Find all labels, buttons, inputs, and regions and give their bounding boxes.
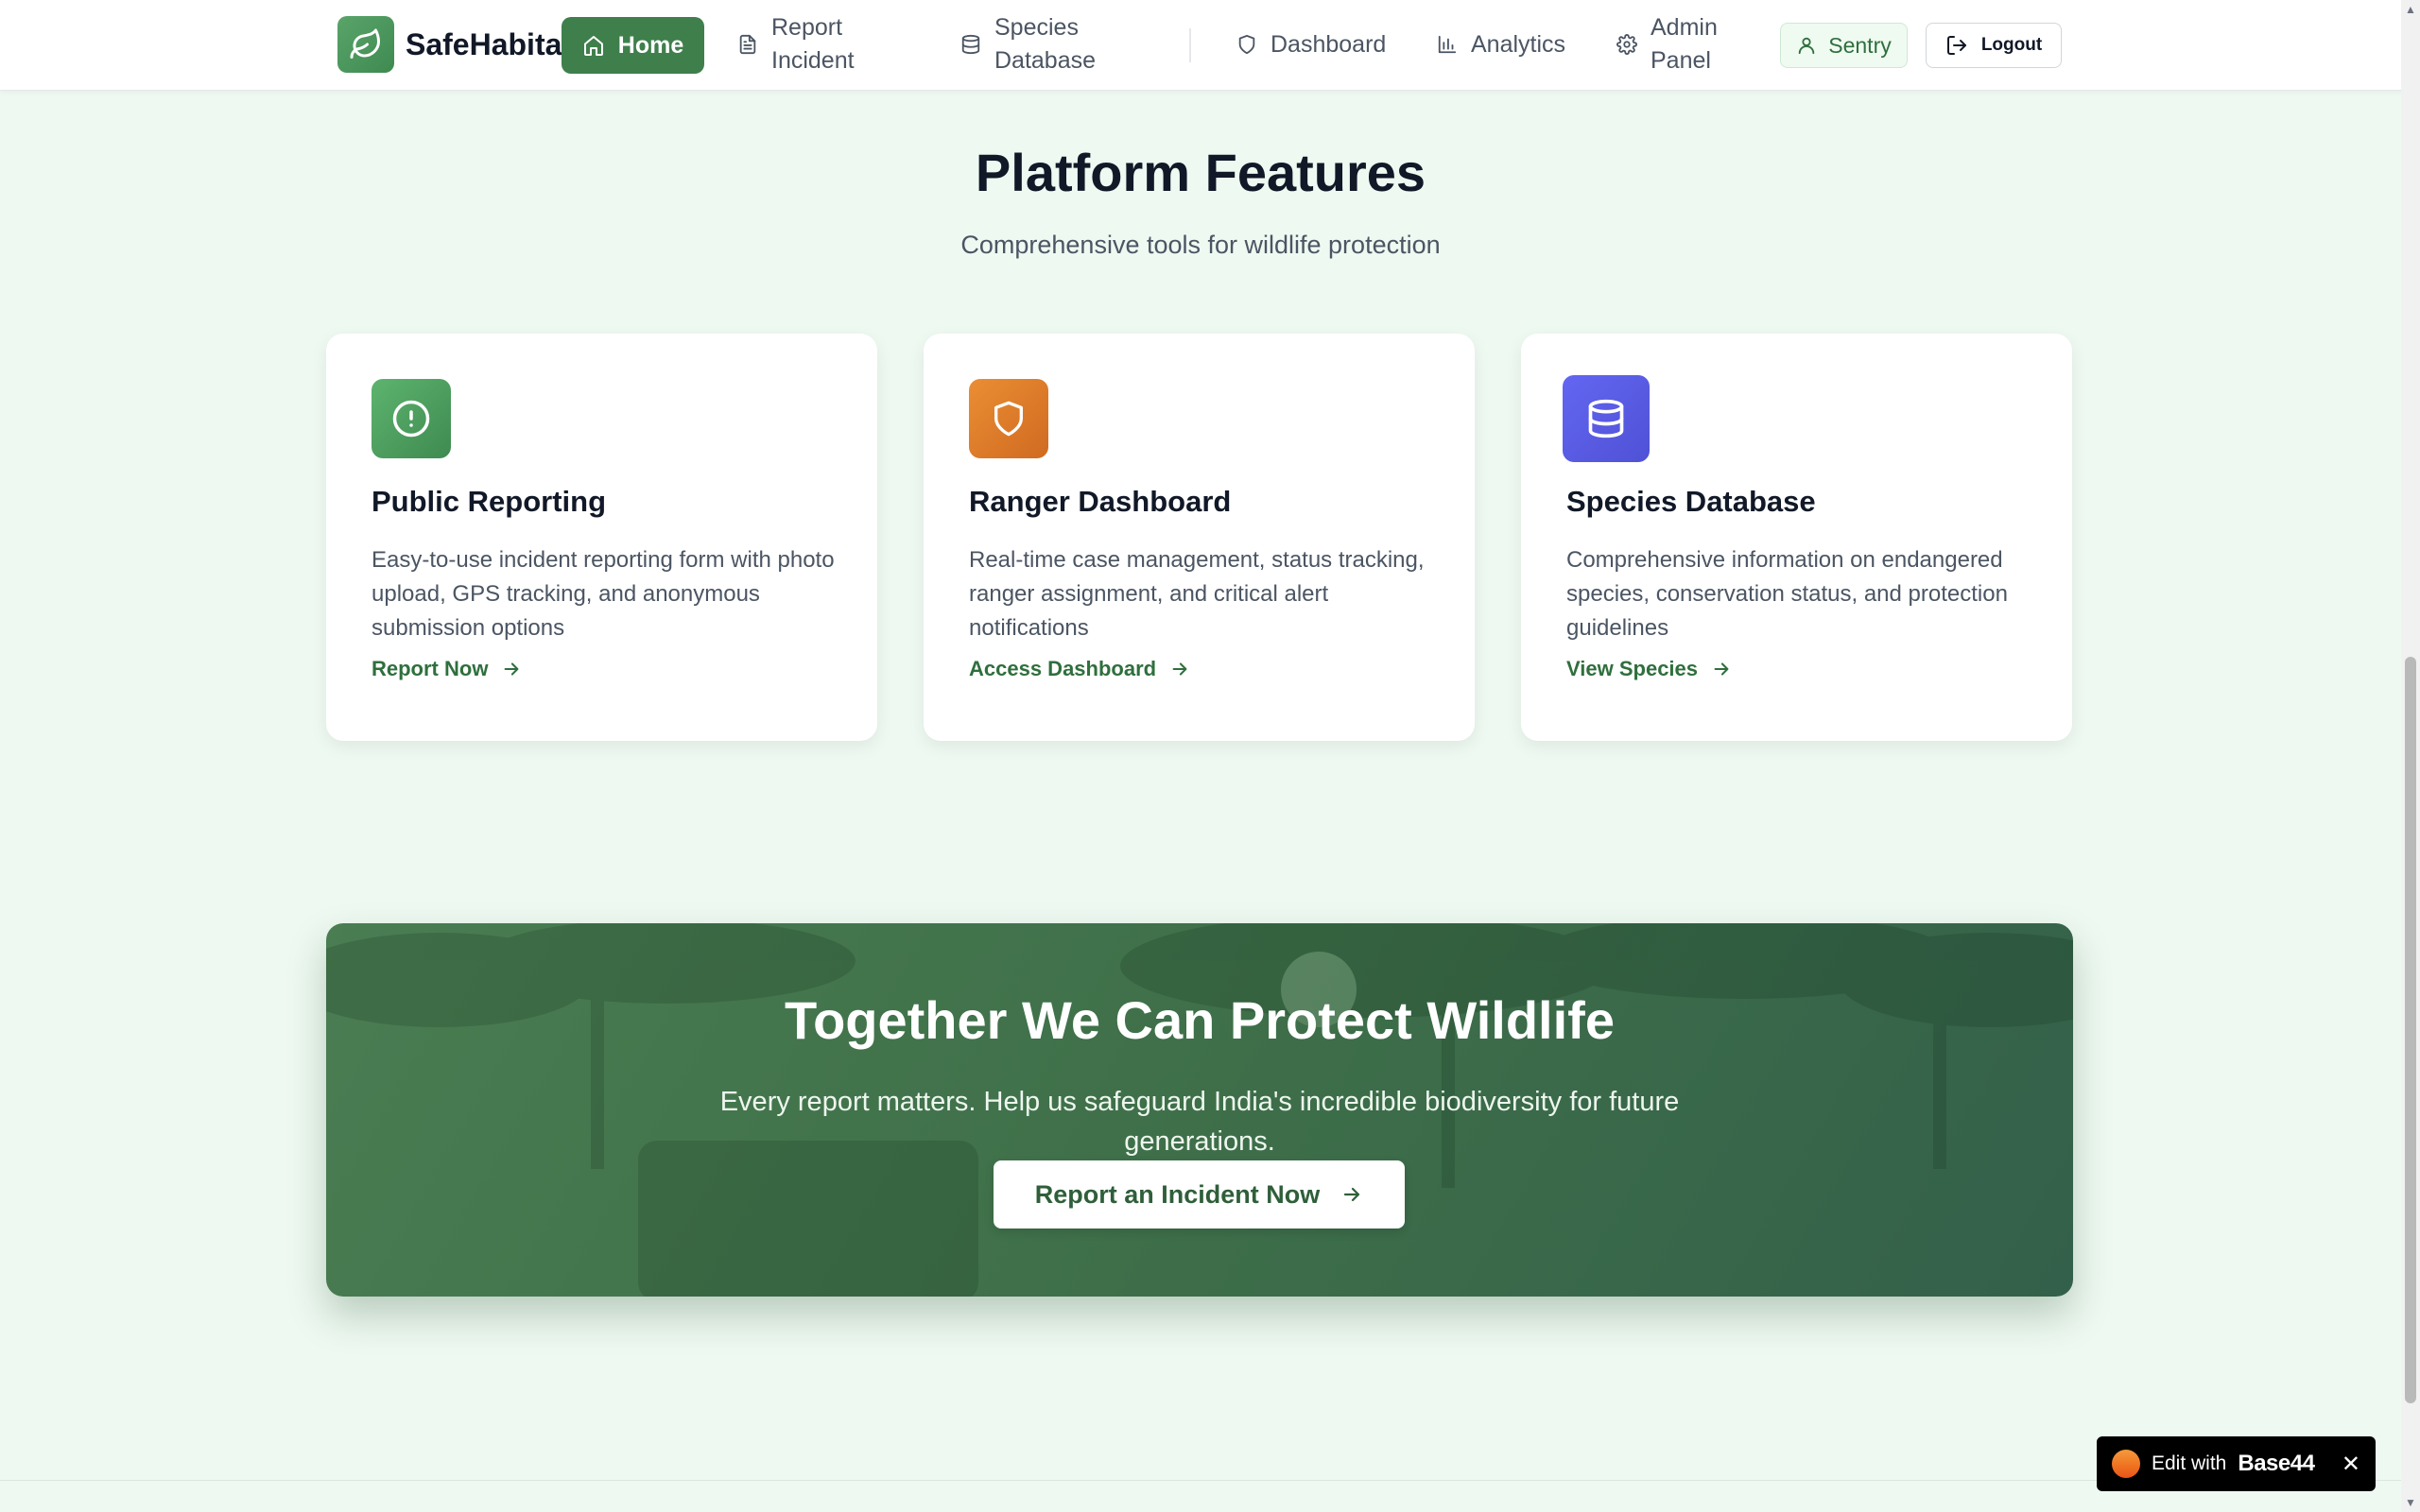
arrow-right-icon xyxy=(1344,1187,1360,1202)
nav-separator xyxy=(1189,28,1191,62)
nav-dashboard-label: Dashboard xyxy=(1270,30,1387,58)
scroll-down-arrow-icon[interactable]: ▼ xyxy=(2405,1497,2416,1508)
nav-species-database[interactable]: Species Database xyxy=(960,13,1096,76)
scroll-up-arrow-icon[interactable]: ▲ xyxy=(2405,4,2416,15)
card-link-label: Access Dashboard xyxy=(969,657,1157,680)
logout-button[interactable]: Logout xyxy=(1926,23,2062,68)
view-species-link[interactable]: View Species xyxy=(1566,657,1732,681)
feature-card-public-reporting: Public Reporting Easy-to-use incident re… xyxy=(326,334,877,741)
report-incident-button[interactable]: Report an Incident Now xyxy=(994,1160,1405,1228)
scrollbar-thumb[interactable] xyxy=(2405,657,2416,1403)
base44-logo-icon xyxy=(2112,1450,2140,1478)
badge-prefix: Edit with xyxy=(2152,1452,2227,1474)
nav-species-database-label: Species Database xyxy=(994,14,1097,74)
feature-card-species-database: Species Database Comprehensive informati… xyxy=(1521,334,2072,741)
features-title: Platform Features xyxy=(975,143,1426,202)
feature-card-description: Real-time case management, status tracki… xyxy=(969,547,1425,641)
feature-card-title: Species Database xyxy=(1566,485,1816,518)
nav-report-incident[interactable]: Report Incident xyxy=(737,13,855,76)
footer-divider xyxy=(0,1480,2401,1481)
leaf-logo-icon xyxy=(337,16,394,73)
feature-card-title: Ranger Dashboard xyxy=(969,485,1232,518)
access-dashboard-link[interactable]: Access Dashboard xyxy=(969,657,1190,681)
database-icon xyxy=(1563,375,1650,462)
brand[interactable]: SafeHabitat xyxy=(337,15,572,74)
gear-icon xyxy=(1616,34,1637,55)
file-text-icon xyxy=(739,34,756,55)
features-subtitle: Comprehensive tools for wildlife protect… xyxy=(960,231,1441,259)
logout-icon xyxy=(1946,36,1966,55)
edit-with-base44-badge[interactable]: Edit with Base44 ✕ xyxy=(2097,1436,2376,1491)
card-link-label: Report Now xyxy=(372,657,489,680)
bar-chart-icon xyxy=(1438,35,1457,54)
logout-button-label: Logout xyxy=(1980,35,2043,55)
page-scrollbar[interactable]: ▲ ▼ xyxy=(2401,0,2420,1512)
nav-analytics-label: Analytics xyxy=(1471,30,1566,58)
cta-title: Together We Can Protect Wildlife xyxy=(785,990,1615,1050)
brand-name: SafeHabitat xyxy=(406,26,573,61)
arrow-right-icon xyxy=(505,662,519,676)
home-icon xyxy=(583,36,603,56)
nav-dashboard[interactable]: Dashboard xyxy=(1236,13,1386,76)
navbar: SafeHabitat Home Report Incident Species… xyxy=(0,0,2420,91)
close-icon[interactable]: ✕ xyxy=(2342,1451,2360,1478)
feature-card-description: Easy-to-use incident reporting form with… xyxy=(372,547,835,641)
feature-card-title: Public Reporting xyxy=(372,485,606,518)
user-button-label: Sentry xyxy=(1828,32,1892,58)
alert-circle-icon xyxy=(372,379,451,458)
cta-banner: Together We Can Protect Wildlife Every r… xyxy=(326,923,2073,1297)
report-now-link[interactable]: Report Now xyxy=(372,657,522,681)
feature-card-ranger-dashboard: Ranger Dashboard Real-time case manageme… xyxy=(924,334,1475,741)
feature-card-description: Comprehensive information on endangered … xyxy=(1566,547,2008,641)
nav-analytics[interactable]: Analytics xyxy=(1437,13,1565,76)
arrow-right-icon xyxy=(1172,662,1187,676)
nav-admin-panel-label: Admin Panel xyxy=(1651,14,1718,74)
database-icon xyxy=(961,34,980,55)
nav-report-incident-label: Report Incident xyxy=(771,14,855,74)
badge-brand: Base44 xyxy=(2238,1451,2315,1476)
user-button[interactable]: Sentry xyxy=(1780,23,1908,68)
arrow-right-icon xyxy=(1714,662,1729,676)
shield-icon xyxy=(1238,34,1255,55)
nav-admin-panel[interactable]: Admin Panel xyxy=(1616,13,1718,76)
nav-home-label: Home xyxy=(617,31,684,59)
nav-home[interactable]: Home xyxy=(562,17,704,74)
user-icon xyxy=(1799,37,1815,55)
card-link-label: View Species xyxy=(1566,657,1699,680)
report-incident-button-label: Report an Incident Now xyxy=(1034,1179,1321,1209)
shield-icon xyxy=(969,379,1048,458)
cta-text: Every report matters. Help us safeguard … xyxy=(719,1087,1680,1157)
